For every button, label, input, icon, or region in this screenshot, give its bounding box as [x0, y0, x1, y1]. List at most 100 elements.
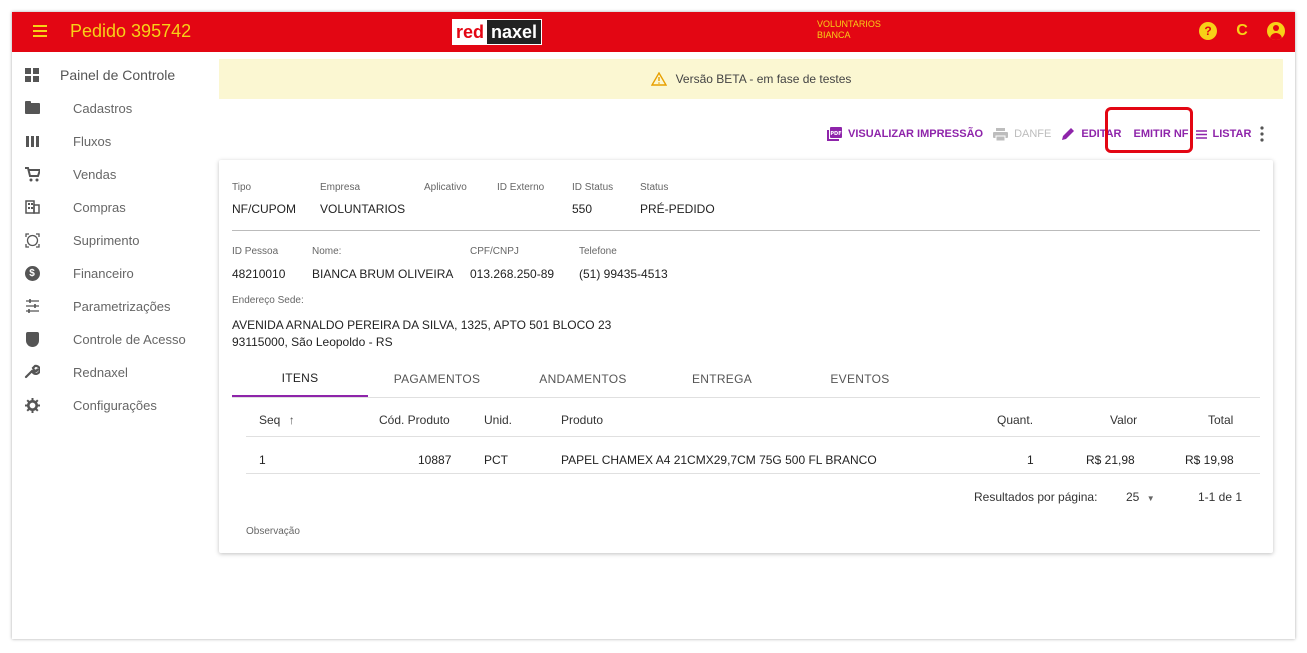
- col-header-cod-produto[interactable]: Cód. Produto: [379, 413, 450, 427]
- col-header-quant[interactable]: Quant.: [997, 413, 1033, 427]
- beta-banner: Versão BETA - em fase de testes: [219, 59, 1283, 99]
- pencil-icon: [1061, 127, 1075, 141]
- printer-icon: [993, 127, 1009, 141]
- sidebar-item-label: Fluxos: [73, 133, 112, 149]
- sidebar-item-label: Configurações: [73, 397, 157, 413]
- dashboard-icon: [24, 67, 40, 83]
- shield-icon: [24, 331, 40, 347]
- tab-itens[interactable]: ITENS: [232, 360, 368, 397]
- svg-text:PDF: PDF: [830, 131, 841, 137]
- rows-per-page-label: Resultados por página:: [974, 490, 1098, 504]
- tab-eventos[interactable]: EVENTOS: [800, 360, 920, 397]
- tab-entrega[interactable]: ENTREGA: [662, 360, 782, 397]
- user-company: VOLUNTARIOS: [817, 19, 881, 29]
- sidebar-item-parametrizacoes[interactable]: Parametrizações: [12, 291, 207, 321]
- col-header-total[interactable]: Total: [1208, 413, 1233, 427]
- logo-naxel-text: naxel: [487, 20, 542, 44]
- sidebar-item-financeiro[interactable]: $ Financeiro: [12, 258, 207, 288]
- emit-nf-label: EMITIR NF: [1133, 128, 1189, 140]
- aplicativo-label: Aplicativo: [424, 182, 467, 193]
- id-status-label: ID Status: [572, 182, 614, 193]
- sidebar-item-configuracoes[interactable]: Configurações: [12, 390, 207, 420]
- status-value: PRÉ-PEDIDO: [640, 202, 715, 216]
- emit-nf-button[interactable]: EMITIR NF: [1134, 128, 1189, 140]
- cell-total: R$ 19,98: [1185, 453, 1234, 467]
- sidebar-item-label: Parametrizações: [73, 298, 171, 314]
- sidebar-item-label: Controle de Acesso: [73, 331, 186, 347]
- beta-banner-text: Versão BETA - em fase de testes: [675, 72, 852, 86]
- logo-red-text: red: [453, 20, 488, 44]
- tab-pagamentos[interactable]: PAGAMENTOS: [372, 360, 502, 397]
- warning-icon: [650, 72, 667, 86]
- sidebar-item-label: Financeiro: [73, 265, 134, 281]
- sidebar-item-compras[interactable]: Compras: [12, 192, 207, 222]
- danfe-button[interactable]: DANFE: [993, 127, 1052, 141]
- row-divider: [246, 473, 1260, 474]
- id-pessoa-label: ID Pessoa: [232, 246, 279, 257]
- cell-seq: 1: [259, 453, 266, 467]
- col-header-seq[interactable]: Seq ↑: [259, 413, 295, 427]
- building-icon: [24, 199, 40, 215]
- app-window: Pedido 395742 red naxel VOLUNTARIOS BIAN…: [12, 12, 1295, 639]
- gear-icon: [24, 397, 40, 413]
- action-toolbar: PDF VISUALIZAR IMPRESSÃO DANFE EDITAR EM…: [827, 121, 1287, 147]
- header-row-divider: [246, 436, 1260, 437]
- col-header-unid[interactable]: Unid.: [484, 413, 512, 427]
- id-pessoa-value: 48210010: [232, 267, 286, 281]
- rows-per-page-select[interactable]: 25 ▼: [1126, 490, 1155, 504]
- cell-unid: PCT: [484, 453, 508, 467]
- rows-per-page-value: 25: [1126, 490, 1140, 504]
- page-title: Pedido 395742: [70, 21, 192, 41]
- tune-icon: [24, 298, 40, 314]
- divider: [232, 230, 1260, 231]
- sidebar-item-cadastros[interactable]: Cadastros: [12, 93, 207, 123]
- cell-valor: R$ 21,98: [1086, 453, 1135, 467]
- cell-quant: 1: [1027, 453, 1034, 467]
- help-icon[interactable]: ?: [1199, 22, 1217, 40]
- edit-label: EDITAR: [1081, 128, 1122, 140]
- cell-produto: PAPEL CHAMEX A4 21CMX29,7CM 75G 500 FL B…: [561, 453, 877, 467]
- sidebar-item-rednaxel[interactable]: Rednaxel: [12, 357, 207, 387]
- chevron-down-icon: ▼: [1146, 494, 1155, 503]
- list-button[interactable]: LISTAR: [1195, 128, 1252, 140]
- danfe-label: DANFE: [1014, 128, 1052, 140]
- hamburger-menu-icon[interactable]: [28, 22, 52, 42]
- sidebar-item-suprimento[interactable]: Suprimento: [12, 225, 207, 255]
- more-options-icon[interactable]: [1260, 126, 1265, 142]
- top-bar: Pedido 395742 red naxel VOLUNTARIOS BIAN…: [12, 12, 1295, 52]
- sidebar-item-painel-de-controle[interactable]: Painel de Controle: [12, 60, 207, 90]
- sidebar-item-label: Compras: [73, 199, 126, 215]
- id-status-value: 550: [572, 202, 593, 216]
- cart-icon: [24, 166, 40, 182]
- col-header-seq-label: Seq: [259, 413, 281, 427]
- rednaxel-logo[interactable]: red naxel: [452, 19, 543, 45]
- account-icon[interactable]: [1267, 22, 1285, 40]
- list-icon: [1195, 129, 1207, 139]
- cpf-value: 013.268.250-89: [470, 267, 555, 281]
- observacao-label: Observação: [246, 526, 300, 537]
- nome-value: BIANCA BRUM OLIVEIRA: [312, 267, 454, 281]
- refresh-icon[interactable]: C: [1233, 22, 1251, 40]
- status-label: Status: [640, 182, 669, 193]
- sidebar-item-label: Suprimento: [73, 232, 140, 248]
- col-header-valor[interactable]: Valor: [1110, 413, 1137, 427]
- telefone-value: (51) 99435-4513: [579, 267, 668, 281]
- tipo-value: NF/CUPOM: [232, 202, 296, 216]
- sidebar-item-fluxos[interactable]: Fluxos: [12, 126, 207, 156]
- sidebar-item-controle-de-acesso[interactable]: Controle de Acesso: [12, 324, 207, 354]
- nome-label: Nome:: [312, 246, 342, 257]
- col-header-produto[interactable]: Produto: [561, 413, 603, 427]
- edit-button[interactable]: EDITAR: [1061, 127, 1122, 141]
- wrench-icon: [24, 364, 40, 380]
- telefone-label: Telefone: [579, 246, 617, 257]
- sidebar-item-label: Rednaxel: [73, 364, 128, 380]
- print-preview-button[interactable]: PDF VISUALIZAR IMPRESSÃO: [827, 127, 983, 141]
- empresa-label: Empresa: [320, 182, 361, 193]
- list-label: LISTAR: [1212, 128, 1252, 140]
- sort-arrow-up-icon: ↑: [288, 413, 295, 427]
- endereco-line1: AVENIDA ARNALDO PEREIRA DA SILVA, 1325, …: [232, 318, 612, 332]
- sidebar-item-vendas[interactable]: Vendas: [12, 159, 207, 189]
- cell-cod-produto: 10887: [418, 453, 452, 467]
- tab-andamentos[interactable]: ANDAMENTOS: [518, 360, 648, 397]
- endereco-label: Endereço Sede:: [232, 295, 304, 306]
